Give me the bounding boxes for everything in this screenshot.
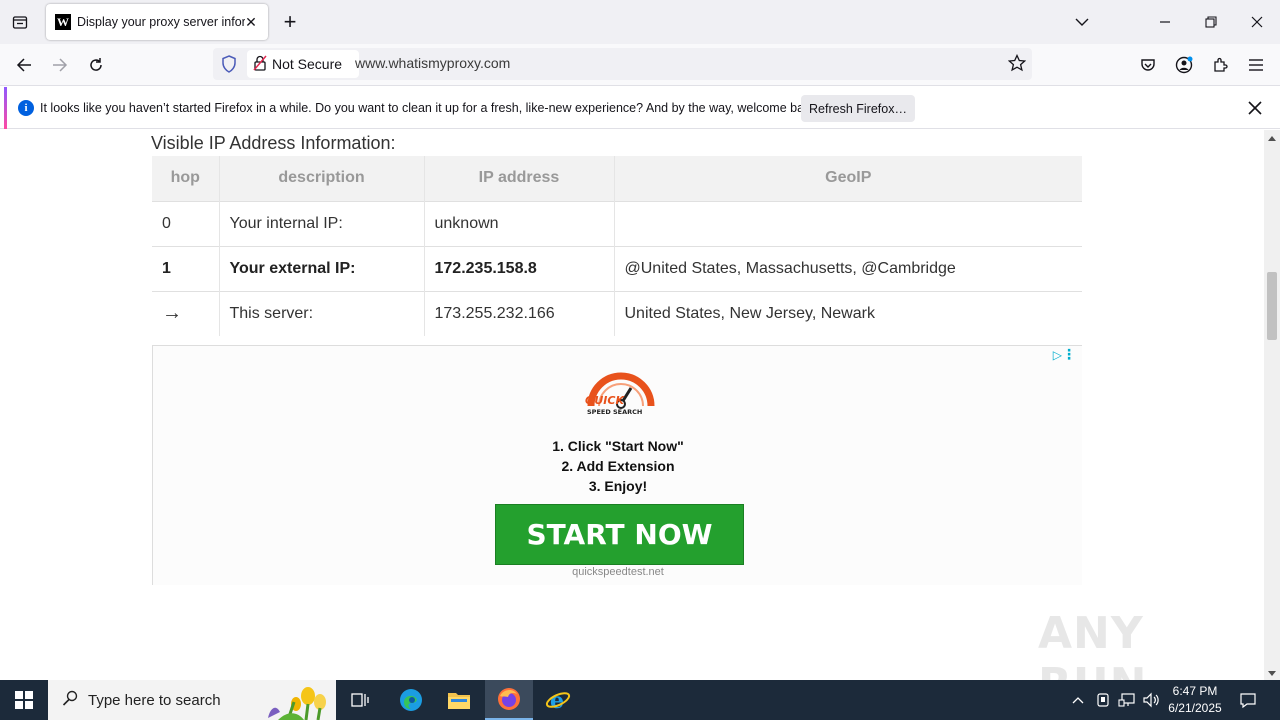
page-scrollbar[interactable]	[1264, 130, 1280, 680]
ip-info-table: hop description IP address GeoIP 0 Your …	[152, 156, 1082, 336]
network-icon[interactable]	[1116, 680, 1138, 720]
column-header-ip: IP address	[424, 156, 615, 201]
minimize-window-button[interactable]	[1150, 8, 1180, 36]
ad-step: 2. Add Extension	[561, 458, 675, 474]
geoip-cell: United States, New Jersey, Newark	[614, 290, 1082, 336]
table-row: 1 Your external IP: 172.235.158.8 @Unite…	[152, 245, 1082, 291]
file-explorer-icon[interactable]	[435, 680, 483, 720]
ip-cell: 173.255.232.166	[424, 290, 615, 336]
ad-options-icon[interactable]: ⋮	[1062, 346, 1076, 363]
not-secure-label: Not Secure	[272, 56, 343, 72]
clock-date: 6/21/2025	[1168, 701, 1222, 715]
bookmark-star-icon[interactable]	[1007, 53, 1027, 77]
search-placeholder: Type here to search	[88, 691, 221, 709]
page-content: Visible IP Address Information: hop desc…	[0, 130, 1264, 680]
scroll-down-arrow-icon[interactable]	[1268, 671, 1276, 676]
account-avatar-icon[interactable]	[1170, 52, 1198, 78]
ad-step: 1. Click "Start Now"	[552, 438, 684, 454]
close-tab-icon[interactable]: ✕	[242, 13, 260, 31]
adchoices-icon[interactable]: ▷	[1053, 348, 1062, 362]
wikipedia-favicon-icon: W	[55, 14, 71, 30]
ad-domain[interactable]: quickspeedtest.net	[153, 566, 1083, 578]
url-text[interactable]: www.whatismyproxy.com	[355, 55, 510, 71]
system-clock[interactable]: 6:47 PM 6/21/2025	[1160, 683, 1230, 717]
svg-text:e: e	[550, 688, 564, 712]
ad-steps: 1. Click "Start Now" 2. Add Extension 3.…	[153, 436, 1083, 496]
description-cell: Your internal IP:	[219, 200, 425, 246]
task-view-icon[interactable]	[336, 680, 384, 720]
column-header-geoip: GeoIP	[614, 156, 1082, 201]
geoip-cell	[614, 200, 1082, 246]
edge-browser-icon[interactable]	[387, 680, 435, 720]
windows-start-icon[interactable]	[0, 680, 48, 720]
info-icon: i	[18, 100, 34, 116]
clock-time: 6:47 PM	[1172, 684, 1218, 698]
table-row: 0 Your internal IP: unknown	[152, 200, 1082, 246]
geoip-cell: @United States, Massachusetts, @Cambridg…	[614, 245, 1082, 291]
ip-cell: unknown	[424, 200, 615, 246]
site-identity-button[interactable]: Not Secure	[247, 50, 359, 78]
hop-cell: 1	[152, 245, 220, 291]
description-cell: This server:	[219, 290, 425, 336]
scrollbar-thumb[interactable]	[1267, 272, 1277, 340]
volume-icon[interactable]	[1140, 680, 1162, 720]
close-window-button[interactable]	[1242, 8, 1272, 36]
forward-arrow-icon[interactable]	[46, 52, 74, 78]
internet-explorer-icon[interactable]: e	[534, 680, 582, 720]
ad-step: 3. Enjoy!	[588, 478, 648, 494]
tab-title: Display your proxy server inform	[77, 15, 245, 29]
hop-cell: →	[152, 290, 220, 336]
scroll-up-arrow-icon[interactable]	[1268, 136, 1276, 141]
start-now-button[interactable]: START NOW	[495, 504, 744, 565]
tab-list-icon[interactable]	[8, 10, 32, 34]
tracking-protection-shield-icon[interactable]	[221, 55, 237, 78]
refresh-firefox-notification: i It looks like you haven’t started Fire…	[0, 87, 1280, 129]
svg-text:QUICK: QUICK	[585, 394, 625, 407]
insecure-lock-icon	[253, 55, 267, 74]
column-header-description: description	[219, 156, 425, 201]
list-all-tabs-chevron-icon[interactable]	[1067, 8, 1097, 36]
restore-window-button[interactable]	[1196, 8, 1226, 36]
notification-message: It looks like you haven’t started Firefo…	[40, 101, 821, 115]
svg-text:SPEED SEARCH: SPEED SEARCH	[587, 408, 642, 416]
quick-speed-search-logo: QUICK SPEED SEARCH	[585, 372, 655, 416]
reload-icon[interactable]	[82, 52, 110, 78]
table-row: → This server: 173.255.232.166 United St…	[152, 290, 1082, 336]
description-cell: Your external IP:	[219, 245, 425, 291]
table-header-row: hop description IP address GeoIP	[152, 156, 1082, 201]
taskbar-search-box[interactable]: Type here to search	[48, 680, 336, 720]
navigation-toolbar: Not Secure www.whatismyproxy.com	[0, 44, 1280, 86]
app-menu-hamburger-icon[interactable]	[1242, 52, 1270, 78]
hop-cell: 0	[152, 200, 220, 246]
device-icon[interactable]	[1093, 680, 1113, 720]
ip-cell: 172.235.158.8	[424, 245, 615, 291]
close-notification-icon[interactable]	[1243, 96, 1267, 120]
section-title: Visible IP Address Information:	[151, 133, 396, 153]
new-tab-button[interactable]: +	[278, 10, 302, 34]
tab-active[interactable]: W Display your proxy server inform ✕	[46, 4, 268, 40]
search-icon	[62, 690, 78, 711]
notification-accent	[4, 87, 7, 129]
back-arrow-icon[interactable]	[10, 52, 38, 78]
address-bar[interactable]: Not Secure www.whatismyproxy.com	[213, 48, 1032, 80]
show-hidden-icons-chevron-icon[interactable]	[1068, 680, 1088, 720]
windows-taskbar: Type here to search e 6:47 PM 6/21/2025	[0, 680, 1280, 720]
flowers-illustration-icon	[268, 687, 326, 720]
column-header-hop: hop	[152, 156, 220, 201]
firefox-taskbar-icon[interactable]	[485, 680, 533, 720]
extensions-puzzle-icon[interactable]	[1206, 52, 1234, 78]
advertisement-banner[interactable]: ▷ ⋮ QUICK SPEED SEARCH 1. Click "Start N…	[152, 345, 1082, 585]
tab-strip: W Display your proxy server inform ✕ +	[0, 0, 1280, 44]
anyrun-watermark: ANY RUN	[1038, 608, 1146, 680]
notification-center-icon[interactable]	[1234, 680, 1262, 720]
refresh-firefox-button[interactable]: Refresh Firefox…	[801, 95, 915, 122]
pocket-icon[interactable]	[1134, 52, 1162, 78]
